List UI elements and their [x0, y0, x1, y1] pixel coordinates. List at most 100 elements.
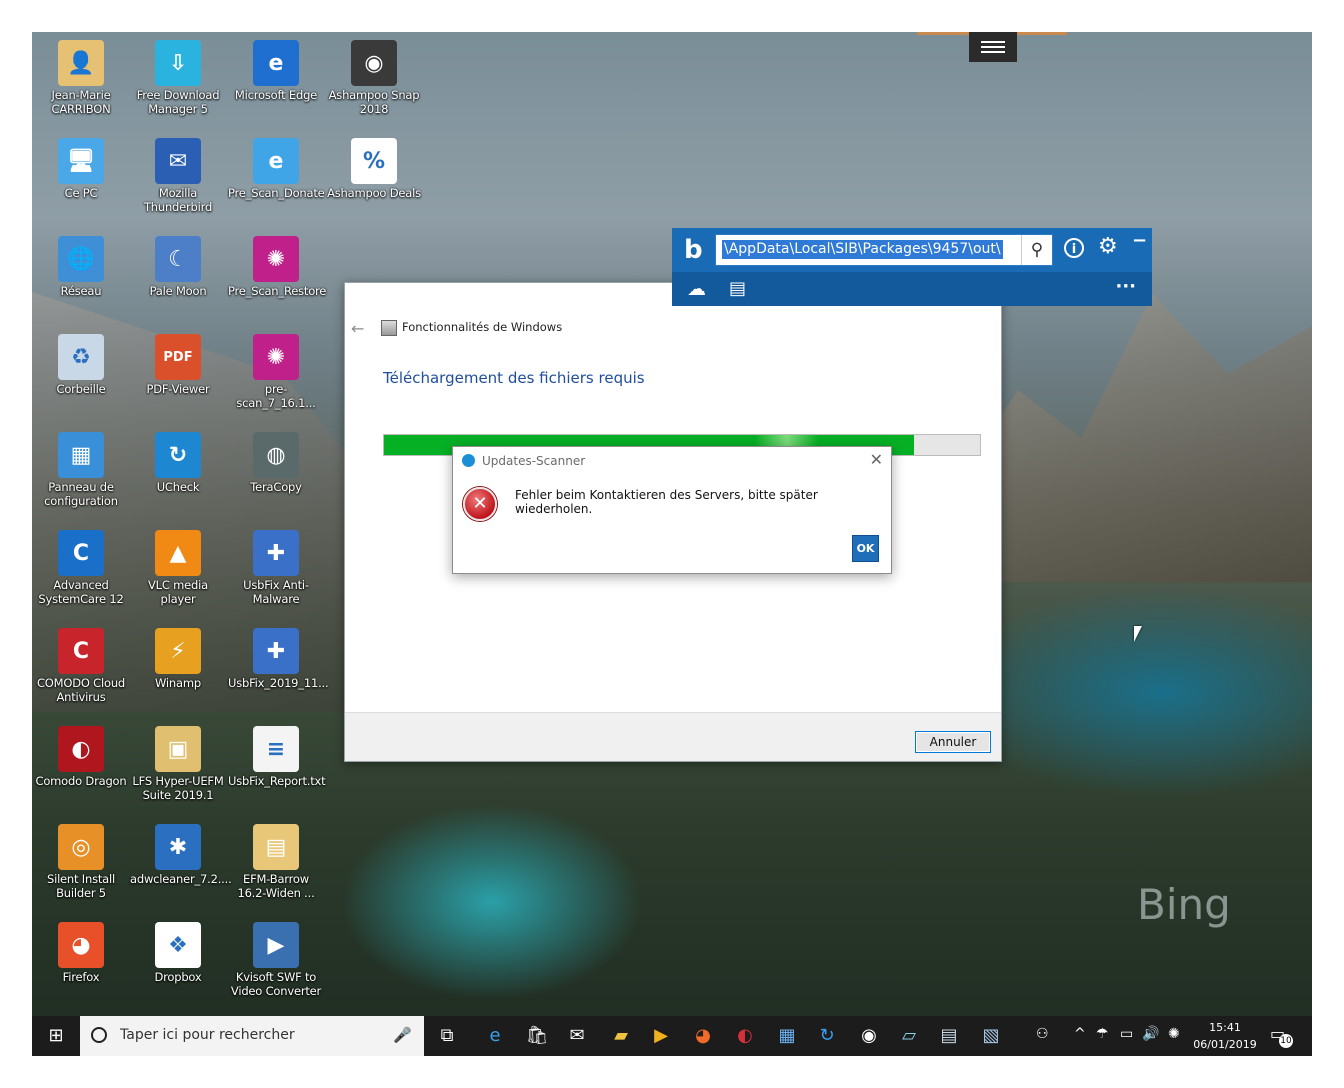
search-icon[interactable]: ⚲ [1021, 235, 1052, 265]
news-icon[interactable]: ▤ [729, 278, 746, 299]
info-icon[interactable]: i [1064, 238, 1084, 258]
taskbar-task-view-icon[interactable]: ⧉ [432, 1022, 462, 1050]
taskbar-explorer-icon[interactable]: ▰ [606, 1022, 636, 1050]
app-icon: ❖ [155, 922, 201, 968]
desktop-icon[interactable]: C COMODO Cloud Antivirus [33, 624, 129, 704]
desktop-icon[interactable]: ✉ Mozilla Thunderbird [130, 134, 226, 214]
download-heading: Téléchargement des fichiers requis [383, 369, 645, 387]
app-icon: PDF [155, 334, 201, 380]
app-icon: 🖥 [58, 138, 104, 184]
taskbar-control-panel-icon[interactable]: ▧ [976, 1022, 1006, 1050]
ok-button[interactable]: OK [852, 535, 879, 562]
taskbar-media-icon[interactable]: ▶ [646, 1022, 676, 1050]
desktop-icon[interactable]: ≡ UsbFix_Report.txt [228, 722, 326, 788]
desktop-icon[interactable]: 🌐 Réseau [33, 232, 129, 298]
volume-icon[interactable]: 🔊 [1142, 1026, 1159, 1042]
desktop-icon-label: Comodo Dragon [35, 774, 127, 788]
taskbar-mail-icon[interactable]: ✉ [562, 1022, 592, 1050]
taskbar-search-box[interactable]: Taper ici pour rechercher 🎤 [80, 1016, 424, 1056]
bing-logo-icon[interactable]: b [684, 235, 712, 265]
desktop-icon-label: Kvisoft SWF to Video Converter [230, 970, 322, 998]
app-icon: e [253, 40, 299, 86]
start-icon[interactable]: ⊞ [32, 1016, 80, 1056]
close-icon[interactable]: ✕ [870, 450, 883, 469]
taskbar-video-converter-icon[interactable]: ▦ [772, 1022, 802, 1050]
desktop-icon-label: Ashampoo Deals [327, 186, 421, 200]
desktop-icon[interactable]: ↻ UCheck [130, 428, 226, 494]
desktop-icon[interactable]: ▲ VLC media player [130, 526, 226, 606]
desktop-icon-label: LFS Hyper-UEFM Suite 2019.1 [132, 774, 224, 802]
network-icon[interactable]: ▭ [1120, 1026, 1133, 1042]
desktop-icon[interactable]: 🖥 Ce PC [33, 134, 129, 200]
taskbar-printer-icon[interactable]: ▤ [934, 1022, 964, 1050]
desktop-icon[interactable]: ▣ LFS Hyper-UEFM Suite 2019.1 [130, 722, 226, 802]
desktop-icon[interactable]: ✚ UsbFix Anti-Malware [228, 526, 324, 606]
taskbar-ucheck-icon[interactable]: ↻ [812, 1022, 842, 1050]
notification-icon[interactable]: ▭ 10 [1270, 1024, 1293, 1048]
desktop-icon[interactable]: ✺ pre-scan_7_16.1... [228, 330, 324, 410]
desktop-icon-label: adwcleaner_7.2.... [130, 872, 232, 886]
desktop-icon[interactable]: ◎ Silent Install Builder 5 [33, 820, 129, 900]
gear-icon[interactable]: ⚙ [1098, 234, 1118, 259]
taskbar-firefox-icon[interactable]: ◕ [688, 1022, 718, 1050]
back-arrow-icon[interactable]: ← [351, 319, 364, 338]
desktop-icon[interactable]: % Ashampoo Deals [326, 134, 422, 200]
bing-search-input[interactable]: \AppData\Local\SIB\Packages\9457\out\ ⚲ [715, 234, 1053, 266]
taskbar-notebook-icon[interactable]: ▱ [894, 1022, 924, 1050]
desktop-icon-label: Advanced SystemCare 12 [38, 578, 124, 606]
desktop-icon[interactable]: ▶ Kvisoft SWF to Video Converter [228, 918, 324, 998]
desktop-icon[interactable]: e Microsoft Edge [228, 36, 324, 102]
taskbar-edge-icon[interactable]: e [480, 1022, 510, 1050]
hamburger-tab[interactable] [969, 32, 1017, 62]
desktop-icon[interactable]: ◍ TeraCopy [228, 428, 324, 494]
app-icon: ≡ [253, 726, 299, 772]
chevron-up-icon[interactable]: ^ [1074, 1026, 1086, 1042]
cancel-button[interactable]: Annuler [915, 731, 991, 753]
desktop-icon[interactable]: PDF PDF-Viewer [130, 330, 226, 396]
app-icon: ◐ [58, 726, 104, 772]
app-icon: ▲ [155, 530, 201, 576]
taskbar-app-circle-icon[interactable]: ◉ [854, 1022, 884, 1050]
cortana-icon[interactable] [91, 1027, 107, 1043]
updates-scanner-dialog: Updates-Scanner ✕ ✕ Fehler beim Kontakti… [452, 446, 892, 574]
bing-search-value[interactable]: \AppData\Local\SIB\Packages\9457\out\ [722, 240, 1003, 259]
security-icon[interactable]: ☂ [1096, 1026, 1109, 1042]
desktop-icon[interactable]: ▦ Panneau de configuration [33, 428, 129, 508]
app-icon: ✱ [155, 824, 201, 870]
desktop-icon-label: Winamp [155, 676, 201, 690]
tray-extra-icon[interactable]: ✺ [1168, 1026, 1180, 1042]
desktop-icon[interactable]: ◐ Comodo Dragon [33, 722, 129, 788]
desktop-icon[interactable]: ✺ Pre_Scan_Restore [228, 232, 326, 298]
clock-date: 06/01/2019 [1193, 1038, 1257, 1051]
taskbar-comodo-dragon-icon[interactable]: ◐ [730, 1022, 760, 1050]
desktop-icon[interactable]: ◕ Firefox [33, 918, 129, 984]
search-placeholder[interactable]: Taper ici pour rechercher [120, 1027, 295, 1043]
desktop-icon[interactable]: C Advanced SystemCare 12 [33, 526, 129, 606]
dialog-title: Updates-Scanner [482, 454, 586, 468]
minimize-icon[interactable]: − [1132, 230, 1147, 251]
desktop-icon[interactable]: ✚ UsbFix_2019_11... [228, 624, 329, 690]
desktop-icon[interactable]: ◉ Ashampoo Snap 2018 [326, 36, 422, 116]
window-footer: Annuler [345, 712, 1001, 761]
app-icon: ♻ [58, 334, 104, 380]
clock[interactable]: 15:41 06/01/2019 [1190, 1019, 1260, 1053]
desktop-icon[interactable]: ☾ Pale Moon [130, 232, 226, 298]
more-icon[interactable]: ··· [1115, 276, 1136, 297]
desktop-icon[interactable]: ⇩ Free Download Manager 5 [130, 36, 226, 116]
people-icon[interactable]: ⚇ [1036, 1026, 1049, 1042]
desktop-icon[interactable]: e Pre_Scan_Donate [228, 134, 325, 200]
desktop: 👤 Jean-Marie CARRIBON ⇩ Free Download Manag… [32, 32, 1312, 1056]
bing-watermark: Bing [1137, 880, 1231, 929]
app-icon: ◍ [253, 432, 299, 478]
weather-icon[interactable]: ☁ [687, 278, 706, 300]
desktop-icon[interactable]: ⚡ Winamp [130, 624, 226, 690]
desktop-icon[interactable]: ✱ adwcleaner_7.2.... [130, 820, 232, 886]
desktop-icon[interactable]: 👤 Jean-Marie CARRIBON [33, 36, 129, 116]
taskbar-store-icon[interactable]: 🛍 [522, 1022, 552, 1050]
desktop-icon-label: UsbFix_Report.txt [228, 774, 326, 788]
microphone-icon[interactable]: 🎤 [393, 1026, 412, 1044]
app-icon: 👤 [58, 40, 104, 86]
desktop-icon[interactable]: ❖ Dropbox [130, 918, 226, 984]
desktop-icon[interactable]: ♻ Corbeille [33, 330, 129, 396]
desktop-icon[interactable]: ▤ EFM-Barrow 16.2-Widen ... [228, 820, 324, 900]
